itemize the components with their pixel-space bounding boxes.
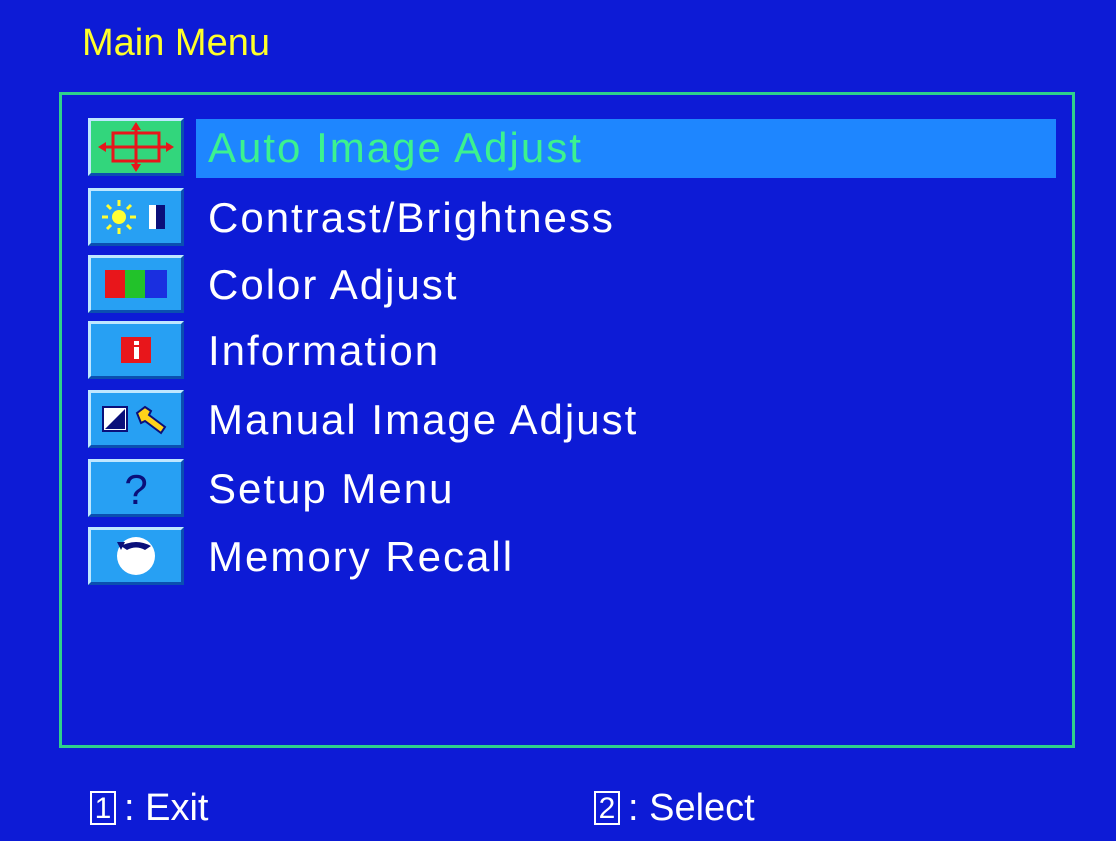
menu-item-memory-recall[interactable]: Memory Recall [88,527,1056,587]
menu-item-manual-image-adjust[interactable]: Manual Image Adjust [88,390,1056,450]
key-2-icon: 2 [594,791,620,825]
menu-title: Main Menu [82,22,270,64]
menu-item-contrast-brightness[interactable]: Contrast/Brightness [88,188,1056,248]
menu-item-label: Auto Image Adjust [208,124,583,171]
menu-item-information[interactable]: Information [88,321,1056,381]
menu-item-color-adjust[interactable]: Color Adjust [88,255,1056,315]
menu-item-label: Memory Recall [208,533,515,580]
auto-adjust-icon [88,118,184,176]
exit-hint: 1: Exit [90,785,208,831]
key-1-icon: 1 [90,791,116,825]
menu-item-label: Information [208,327,441,374]
exit-label: : Exit [124,787,209,829]
menu-item-auto-image-adjust[interactable]: Auto Image Adjust [88,118,1056,178]
menu-item-label: Contrast/Brightness [208,194,615,241]
info-icon [88,321,184,379]
menu-item-label: Setup Menu [208,465,455,512]
select-label: : Select [628,787,755,829]
menu-item-setup-menu[interactable]: ? Setup Menu [88,459,1056,519]
manual-adjust-icon [88,390,184,448]
osd-main-menu: Main Menu Auto Image Adjust Contrast/Bri… [0,0,1116,841]
menu-item-label: Manual Image Adjust [208,396,639,443]
color-bars-icon [88,255,184,313]
select-hint: 2: Select [594,785,755,831]
menu-item-label: Color Adjust [208,261,459,308]
memory-recall-icon [88,527,184,585]
svg-text:?: ? [124,466,147,513]
question-icon: ? [88,459,184,517]
contrast-brightness-icon [88,188,184,246]
